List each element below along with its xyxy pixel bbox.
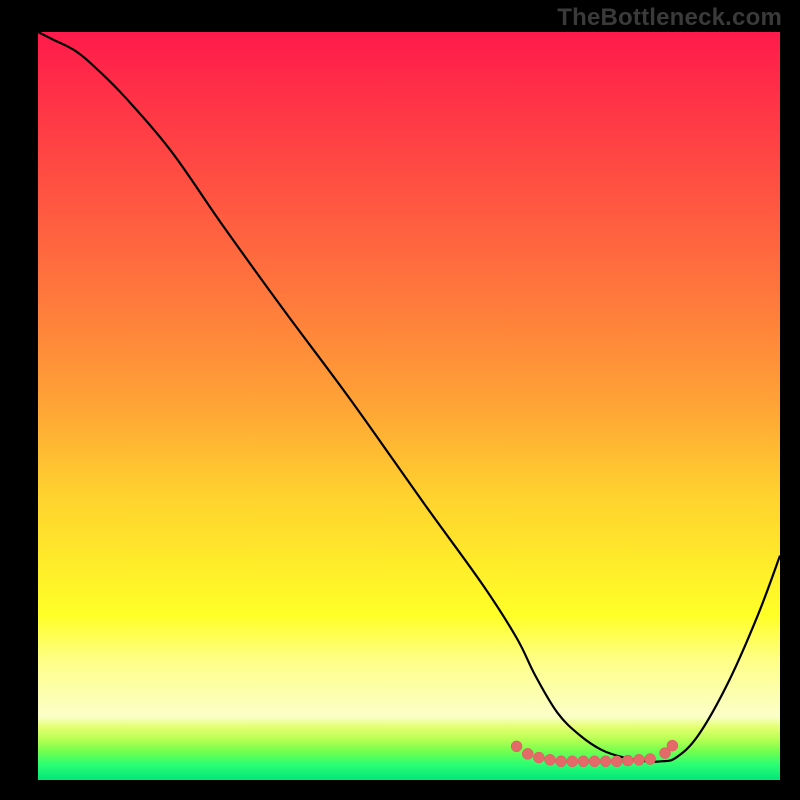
marker-dot xyxy=(589,756,600,767)
marker-dot xyxy=(533,752,544,763)
marker-dot xyxy=(522,748,533,759)
marker-dot xyxy=(600,756,611,767)
plot-panel xyxy=(38,32,780,780)
marker-dot xyxy=(556,756,567,767)
marker-dot xyxy=(667,740,678,751)
marker-dot xyxy=(511,741,522,752)
marker-dot xyxy=(645,754,656,765)
marker-dot xyxy=(567,756,578,767)
marker-dot xyxy=(634,754,645,765)
marker-dot xyxy=(544,754,555,765)
marker-dot xyxy=(622,755,633,766)
marker-dot xyxy=(611,756,622,767)
chart-svg xyxy=(0,0,800,800)
chart-frame: TheBottleneck.com xyxy=(0,0,800,800)
marker-dot xyxy=(578,756,589,767)
